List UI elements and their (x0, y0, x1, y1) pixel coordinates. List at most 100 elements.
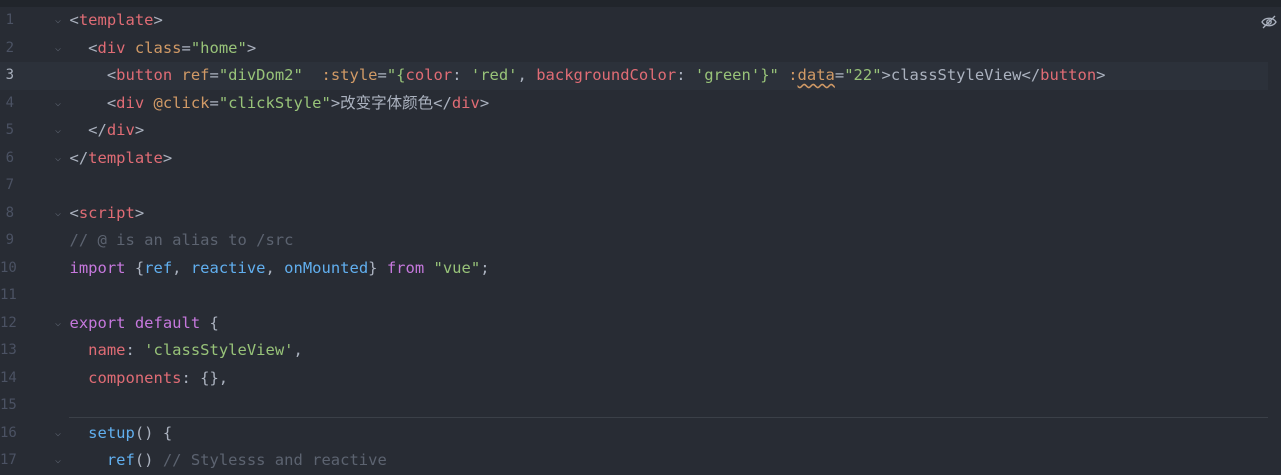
code-token: button (1040, 66, 1097, 84)
fold-marker-icon[interactable]: ⌵ (55, 428, 65, 439)
code-token: > (246, 38, 257, 57)
code-token: backgroundColor (536, 66, 677, 84)
code-line[interactable]: 11 (0, 282, 1268, 310)
code-token: setup (69, 423, 135, 442)
code-token: : (676, 66, 695, 84)
line-number: 14 (0, 369, 17, 386)
code-token: "22" (844, 66, 882, 84)
code-token: default (134, 313, 210, 332)
code-line[interactable]: 17 ⌵ ref() // Stylesss and reactive (0, 447, 1268, 475)
code-token: name (69, 341, 126, 359)
code-line[interactable]: 12 ⌵ export default { (0, 310, 1268, 338)
code-token: } (368, 258, 387, 277)
code-token: "{ (386, 66, 406, 84)
code-line[interactable]: 9 // @ is an alias to /src (0, 227, 1268, 255)
code-line[interactable]: 6 ⌵ </template> (0, 145, 1268, 173)
code-token: >改变字体颜色</ (330, 93, 452, 112)
code-token: color (405, 66, 453, 84)
code-token: class (134, 38, 182, 57)
fold-marker-icon[interactable]: ⌵ (55, 318, 65, 329)
code-token: : (452, 66, 471, 84)
code-line[interactable]: 10 import {ref, reactive, onMounted} from… (0, 255, 1268, 283)
code-token: : (778, 66, 798, 84)
code-line[interactable]: 14 components: {}, (0, 365, 1268, 393)
code-token: > (479, 93, 490, 112)
line-number: 17 (0, 452, 17, 468)
code-token: </ (69, 121, 107, 139)
code-token: export (69, 313, 135, 332)
code-token: , (293, 341, 303, 359)
line-number: 1 (5, 12, 14, 28)
code-token: ref (144, 258, 173, 277)
line-number: 8 (5, 204, 14, 221)
code-line[interactable]: 7 (0, 172, 1268, 200)
code-token: { (134, 258, 145, 277)
code-token: // @ is an alias to /src (69, 231, 294, 249)
code-token: () { (134, 423, 173, 442)
code-editor[interactable]: 1 ⌵ <template> 2 ⌵ <div class="home"> 3 <butt… (0, 0, 1281, 469)
code-token: >classStyleView</ (881, 66, 1041, 84)
code-token: div (451, 93, 480, 112)
code-text: ref() // Stylesss and reactive (70, 447, 387, 475)
fold-marker-icon[interactable]: ⌵ (55, 208, 65, 219)
code-token: = (209, 93, 219, 112)
code-text: // @ is an alias to /src (70, 227, 294, 255)
code-text: import {ref, reactive, onMounted} from "… (70, 255, 490, 283)
code-line[interactable]: 8 ⌵ <script> (0, 200, 1268, 228)
code-token: > (134, 203, 145, 222)
fold-marker-icon[interactable]: ⌵ (55, 153, 65, 164)
fold-marker-icon[interactable]: ⌵ (55, 43, 65, 54)
code-token: < (69, 38, 98, 57)
code-line[interactable]: 13 name: 'classStyleView', (0, 337, 1268, 365)
code-token: , (265, 258, 285, 277)
fold-marker-icon[interactable]: ⌵ (55, 16, 65, 26)
reader-mode-icon[interactable] (1261, 14, 1277, 30)
code-token: :style (302, 66, 378, 84)
code-token: , (172, 258, 191, 277)
code-token: "home" (190, 38, 247, 57)
code-token: button (116, 66, 182, 84)
line-number: 3 (5, 67, 14, 83)
fold-marker-icon[interactable]: ⌵ (55, 126, 65, 136)
code-line[interactable]: 16 ⌵ setup() { (0, 420, 1268, 448)
code-token: > (1096, 66, 1106, 84)
code-line[interactable]: 2 ⌵ <div class="home"> (0, 35, 1268, 63)
code-token: reactive (190, 258, 266, 277)
code-token: "vue" (433, 258, 481, 277)
code-text: name: 'classStyleView', (70, 337, 303, 365)
code-token: > (162, 148, 173, 167)
sticky-header-divider (69, 417, 1268, 418)
code-token: ref (69, 451, 135, 469)
fold-marker-icon[interactable]: ⌵ (55, 98, 65, 109)
code-line[interactable]: 5 ⌵ </div> (0, 117, 1268, 145)
code-text: </div> (69, 117, 144, 145)
code-text: <button ref="divDom2" :style="{color: 'r… (70, 62, 1106, 90)
code-token: div (106, 121, 135, 139)
code-token: < (69, 203, 79, 222)
code-token: : {}, (181, 368, 229, 387)
code-line[interactable]: 1 ⌵ <template> (0, 7, 1268, 35)
code-token: { (209, 313, 219, 332)
fold-marker-icon[interactable]: ⌵ (55, 456, 65, 466)
code-line[interactable]: 15 (0, 392, 1268, 420)
code-text: <div @click="clickStyle">改变字体颜色</div> (70, 90, 490, 118)
line-number: 10 (0, 259, 17, 276)
code-token: : (125, 341, 145, 359)
line-number: 16 (0, 424, 17, 441)
code-line[interactable]: 3 <button ref="divDom2" :style="{color: … (0, 62, 1268, 90)
code-token: "clickStyle" (218, 93, 331, 112)
editor-top-edge (0, 0, 1281, 7)
code-line[interactable]: 4 ⌵ <div @click="clickStyle">改变字体颜色</div> (0, 90, 1268, 118)
code-text: <template> (70, 7, 163, 35)
code-token: template (78, 11, 154, 29)
code-token: onMounted (284, 258, 369, 277)
line-number: 15 (0, 397, 17, 413)
line-number: 5 (5, 122, 14, 138)
code-token: script (78, 203, 135, 222)
code-token: from (386, 258, 434, 277)
code-text: <div class="home"> (69, 35, 257, 63)
line-number: 11 (0, 287, 17, 303)
code-token: </ (69, 148, 89, 167)
code-token: @click (153, 93, 210, 112)
line-number: 13 (0, 342, 17, 358)
